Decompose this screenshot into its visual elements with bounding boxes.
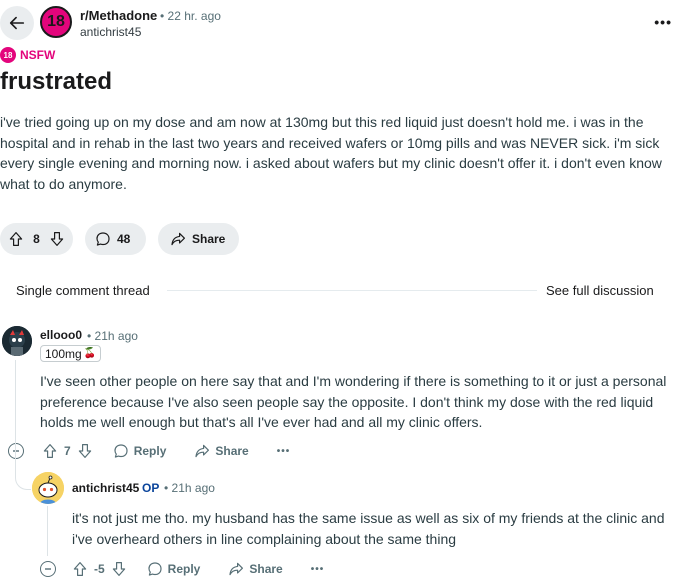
downvote-icon [112, 562, 125, 576]
back-button[interactable] [0, 6, 34, 40]
comment-actions: -5 Reply Share ••• [40, 561, 324, 577]
flair-text: 100mg [45, 346, 82, 361]
share-icon [171, 232, 185, 246]
comment-icon [148, 562, 162, 576]
reply-label: Reply [167, 562, 201, 576]
comment-icon [114, 444, 128, 458]
comment-time: • 21h ago [87, 329, 138, 343]
single-comment-thread-label: Single comment thread [16, 283, 150, 298]
downvote-icon [78, 444, 91, 458]
user-avatar-icon [2, 326, 32, 356]
comment-vote-count: 7 [64, 444, 71, 458]
comment-author[interactable]: antichrist45 [72, 481, 139, 495]
share-label: Share [215, 444, 249, 458]
upvote-button[interactable] [42, 443, 58, 459]
share-label: Share [192, 232, 226, 246]
subreddit-avatar[interactable]: 18 [40, 6, 72, 38]
share-button[interactable]: Share [158, 223, 239, 255]
comment-body: it's not just me tho. my husband has the… [72, 510, 665, 547]
reply-button[interactable]: Reply [147, 561, 201, 577]
reply-button[interactable]: Reply [113, 443, 167, 459]
upvote-icon [73, 562, 87, 576]
downvote-button[interactable] [111, 561, 127, 577]
comment-count: 48 [117, 232, 131, 246]
cherry-icon: 🍒 [83, 348, 97, 359]
nsfw-label: NSFW [20, 48, 56, 62]
minus-icon [45, 568, 51, 570]
post-author[interactable]: antichrist45 [80, 25, 141, 39]
post-title: frustrated [0, 68, 113, 95]
avatar[interactable] [2, 326, 32, 356]
subreddit-name[interactable]: r/Methadone [80, 8, 157, 23]
share-button[interactable]: Share [194, 443, 249, 459]
avatar[interactable] [32, 472, 64, 504]
thread-line[interactable] [15, 360, 16, 440]
upvote-icon [9, 232, 23, 246]
upvote-button[interactable] [72, 561, 88, 577]
divider [167, 290, 537, 291]
downvote-icon [50, 232, 64, 246]
arrow-left-icon [9, 16, 25, 30]
see-full-discussion-link[interactable]: See full discussion [546, 283, 654, 298]
post-vote-bar: 8 [0, 223, 73, 255]
comment-time: • 21h ago [164, 481, 215, 495]
snoo-avatar-icon [32, 472, 64, 504]
nsfw-tag: 18 NSFW [0, 47, 55, 63]
comment-vote-count: -5 [94, 562, 105, 576]
upvote-icon [43, 444, 57, 458]
post-body: i've tried going up on my dose and am no… [0, 114, 662, 192]
more-options-button[interactable]: ••• [654, 14, 672, 30]
post-vote-count: 8 [33, 232, 40, 246]
share-icon [195, 444, 210, 458]
nsfw-badge-icon: 18 [0, 47, 16, 63]
share-label: Share [249, 562, 283, 576]
share-icon [229, 562, 244, 576]
collapse-button[interactable] [40, 561, 56, 577]
more-options-button[interactable]: ••• [277, 446, 291, 457]
comment-icon [96, 232, 110, 246]
user-flair: 100mg 🍒 [40, 345, 102, 362]
comments-button[interactable]: 48 [85, 223, 146, 255]
more-options-button[interactable]: ••• [311, 564, 325, 575]
share-button[interactable]: Share [228, 561, 283, 577]
downvote-button[interactable] [49, 231, 65, 247]
thread-connector [15, 440, 31, 490]
reply-label: Reply [133, 444, 167, 458]
op-badge: OP [142, 481, 160, 495]
comment-body: I've seen other people on here say that … [40, 373, 667, 430]
upvote-button[interactable] [8, 231, 24, 247]
post-time: • 22 hr. ago [160, 9, 221, 23]
comment-actions: 7 Reply Share ••• [8, 443, 290, 459]
thread-line[interactable] [47, 506, 48, 556]
downvote-button[interactable] [77, 443, 93, 459]
comment-author[interactable]: ellooo0 [40, 328, 82, 342]
